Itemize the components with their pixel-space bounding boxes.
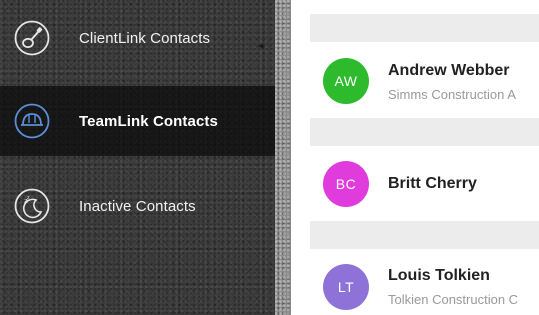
- avatar: AW: [323, 58, 369, 104]
- section-header: [310, 221, 539, 249]
- section-header: [310, 14, 539, 42]
- sleeping-moon-icon: z z: [14, 188, 50, 224]
- contact-name: Britt Cherry: [388, 175, 477, 192]
- sidebar-item-clientlink-contacts[interactable]: ClientLink Contacts: [0, 3, 275, 73]
- avatar: BC: [323, 161, 369, 207]
- contact-company: Simms Construction A: [388, 87, 516, 102]
- contact-name: Andrew Webber: [388, 62, 510, 79]
- svg-text:z: z: [27, 195, 30, 201]
- contact-row[interactable]: LT Louis Tolkien Tolkien Construction C: [291, 250, 539, 315]
- contact-company: Tolkien Construction C: [388, 292, 519, 307]
- avatar: LT: [323, 264, 369, 310]
- sidebar-divider: [275, 0, 291, 315]
- sidebar-item-label: ClientLink Contacts: [79, 29, 211, 47]
- resize-handle-icon: ◂: [258, 40, 264, 52]
- contact-list: AW Andrew Webber Simms Construction A BC…: [291, 0, 539, 315]
- sidebar-item-label: Inactive Contacts: [79, 197, 196, 215]
- contact-row[interactable]: BC Britt Cherry: [291, 148, 539, 220]
- hard-hat-icon: [14, 103, 50, 139]
- section-header: [310, 118, 539, 146]
- contact-name: Louis Tolkien: [388, 267, 490, 284]
- sidebar-item-teamlink-contacts[interactable]: TeamLink Contacts: [0, 86, 275, 156]
- sidebar-item-label: TeamLink Contacts: [79, 112, 218, 130]
- guitar-icon: [14, 20, 50, 56]
- contact-row[interactable]: AW Andrew Webber Simms Construction A: [291, 44, 539, 116]
- sidebar-item-inactive-contacts[interactable]: z z Inactive Contacts: [0, 171, 275, 241]
- sidebar: ClientLink Contacts TeamLink Contacts z …: [0, 0, 275, 315]
